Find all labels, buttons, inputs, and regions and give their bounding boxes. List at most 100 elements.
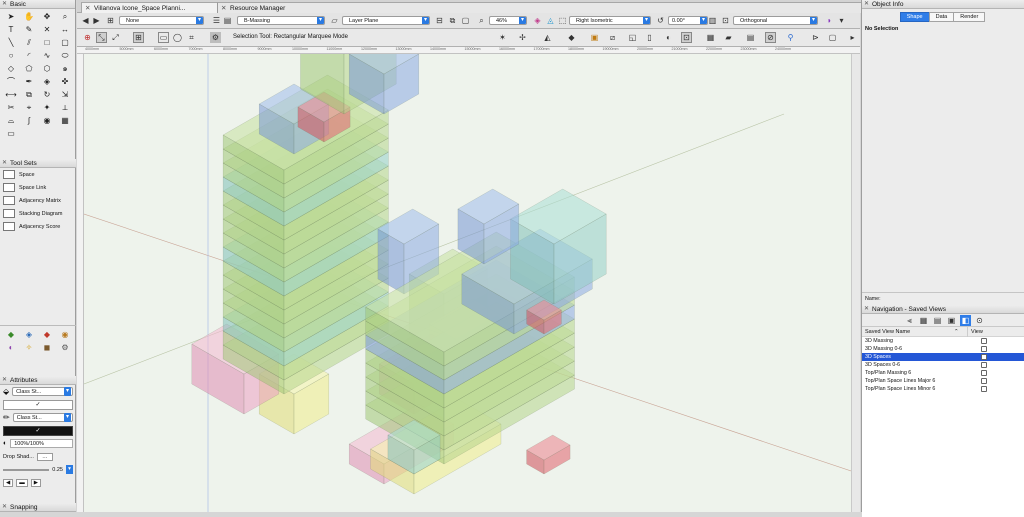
oval-tool-icon[interactable]: ⬭: [58, 50, 72, 62]
marquee-polygon-icon[interactable]: ⌗: [186, 32, 197, 43]
tool-adjacency-score[interactable]: Adjacency Score: [0, 220, 76, 233]
tab-document[interactable]: ✕ Villanova Icone_Space Planni...: [81, 2, 221, 13]
drawing-canvas[interactable]: [84, 54, 860, 512]
fill-style-select[interactable]: Class St...: [12, 387, 73, 396]
line-weight-stepper[interactable]: ▾: [66, 465, 73, 474]
arc-tool-icon[interactable]: ◜: [22, 50, 36, 62]
tool-adjacency-matrix[interactable]: Adjacency Matrix: [0, 194, 76, 207]
active-class-select[interactable]: None: [119, 16, 204, 25]
text-tool-icon[interactable]: T: [4, 24, 18, 36]
references-view-icon[interactable]: ⊙: [974, 315, 985, 326]
sheet-layers-view-icon[interactable]: ▤: [932, 315, 943, 326]
arrow-none-icon[interactable]: ▬: [16, 478, 28, 487]
unified-view-icon[interactable]: ◈: [532, 15, 543, 26]
snap-distance-icon[interactable]: ⧄: [607, 32, 618, 43]
back-arrow-icon[interactable]: ◀: [80, 15, 91, 26]
snap-surface-icon[interactable]: ⊡: [681, 32, 692, 43]
double-line-tool-icon[interactable]: ⫽: [22, 37, 36, 49]
snap-toggle-icon[interactable]: ✶: [497, 32, 508, 43]
tab-data[interactable]: Data: [928, 12, 955, 22]
snap-center-icon[interactable]: ▢: [827, 32, 838, 43]
view-icon[interactable]: [981, 370, 987, 376]
line-weight-slider[interactable]: [3, 468, 50, 471]
forward-arrow-icon[interactable]: ▶: [91, 15, 102, 26]
tab-shape[interactable]: Shape: [899, 12, 930, 22]
layer-options-icon[interactable]: ☰: [211, 15, 222, 26]
col-saved-view-name[interactable]: Saved View Name: [865, 329, 910, 335]
viewports-view-icon[interactable]: ▣: [946, 315, 957, 326]
interactive-scaling-icon[interactable]: ⊕: [82, 32, 93, 43]
callout-tool-icon[interactable]: ✎: [22, 24, 36, 36]
view-icon[interactable]: [981, 354, 987, 360]
freehand-tool-icon[interactable]: ∿: [40, 50, 54, 62]
furnishings-set-icon[interactable]: ◈: [22, 329, 36, 341]
marquee-rect-icon[interactable]: ▭: [158, 32, 169, 43]
rotate-tool-icon[interactable]: ↻: [40, 89, 54, 101]
more-modes-icon[interactable]: ▸: [847, 32, 858, 43]
rectangle-tool-icon[interactable]: □: [40, 37, 54, 49]
locus-tool-icon[interactable]: ✕: [40, 24, 54, 36]
snap-working-plane-icon[interactable]: ▦: [705, 32, 716, 43]
tab-resource-manager[interactable]: ✕ Resource Manager: [217, 2, 862, 13]
snap-loci-icon[interactable]: ▰: [723, 32, 734, 43]
lighting-icon[interactable]: ◑: [823, 15, 834, 26]
move-tool-icon[interactable]: ✜: [58, 76, 72, 88]
visibility-tool-icon[interactable]: ◉: [40, 115, 54, 127]
details-set-icon[interactable]: ◉: [58, 329, 72, 341]
saved-views-view-icon[interactable]: ◧: [960, 315, 971, 326]
tool-stacking-diagram[interactable]: Stacking Diagram: [0, 207, 76, 220]
close-tab-icon[interactable]: ✕: [85, 3, 90, 13]
flyover-tool-icon[interactable]: ✥: [40, 11, 54, 23]
space-planning-set-icon[interactable]: ◆: [40, 329, 54, 341]
line-tool-icon[interactable]: ╲: [4, 37, 18, 49]
polyline-tool-icon[interactable]: ◇: [4, 63, 18, 75]
snap-intersection-icon[interactable]: ▣: [589, 32, 600, 43]
classes-view-icon[interactable]: ⫷: [904, 315, 915, 326]
render-mode-icon[interactable]: ◬: [545, 15, 556, 26]
vertical-scrollbar[interactable]: [851, 54, 860, 512]
attribute-mapping-tool-icon[interactable]: ◈: [40, 76, 54, 88]
close-icon[interactable]: ✕: [864, 0, 869, 9]
saved-view-row[interactable]: 3D Massing: [862, 337, 1024, 345]
transform-mode-icon[interactable]: ⊞: [133, 32, 144, 43]
dimension-tool-icon[interactable]: ↔: [58, 24, 72, 36]
split-tool-icon[interactable]: ✂: [4, 102, 18, 114]
regular-polygon-tool-icon[interactable]: ⬡: [40, 63, 54, 75]
snap-smart-points-icon[interactable]: ◐: [663, 32, 674, 43]
selection-tool-icon[interactable]: ➤: [4, 11, 18, 23]
close-tab-icon[interactable]: ✕: [221, 3, 226, 13]
saved-view-icon[interactable]: ⧉: [447, 15, 458, 26]
spiral-tool-icon[interactable]: ๑: [58, 63, 72, 75]
saved-view-row[interactable]: Top/Plan Space Lines Major 6: [862, 377, 1024, 385]
zoom-select[interactable]: 46%: [489, 16, 527, 25]
plan-rotation-field[interactable]: 0.00°: [668, 16, 708, 25]
dims-notes-set-icon[interactable]: ◐: [4, 342, 18, 354]
opacity-field[interactable]: 100%/100%: [10, 439, 73, 448]
saved-view-row[interactable]: 3D Massing 0-6: [862, 345, 1024, 353]
close-icon[interactable]: ✕: [2, 503, 7, 512]
bezier-tool-icon[interactable]: ∫: [22, 115, 36, 127]
zoom-tool-icon[interactable]: ⌕: [58, 11, 72, 23]
snap-parallel-icon[interactable]: ⊘: [765, 32, 776, 43]
fasteners-set-icon[interactable]: ⚙: [58, 342, 72, 354]
view-icon[interactable]: [981, 346, 987, 352]
eyedropper-tool-icon[interactable]: ✒: [22, 76, 36, 88]
marquee-lasso-icon[interactable]: ◯: [172, 32, 183, 43]
pan-tool-icon[interactable]: ✋: [22, 11, 36, 23]
saved-view-row[interactable]: Top/Plan Space Lines Minor 6: [862, 385, 1024, 393]
view-icon[interactable]: [981, 338, 987, 344]
circle-tool-icon[interactable]: ○: [4, 50, 18, 62]
view-icon[interactable]: [981, 362, 987, 368]
pattern-tool-icon[interactable]: ▦: [58, 115, 72, 127]
tab-render[interactable]: Render: [953, 12, 986, 22]
close-icon[interactable]: ✕: [2, 376, 7, 385]
building-shell-set-icon[interactable]: ◆: [4, 329, 18, 341]
drop-shadow-button[interactable]: …: [36, 452, 53, 461]
fill-preview[interactable]: ✓: [3, 399, 73, 410]
pen-preview[interactable]: ✓: [3, 425, 73, 436]
reshape-tool-icon[interactable]: ✦: [40, 102, 54, 114]
line-weight-value[interactable]: 0.25: [52, 467, 63, 473]
close-icon[interactable]: ✕: [2, 159, 7, 168]
sort-icon[interactable]: ⌃: [954, 327, 959, 337]
clip-tool-icon[interactable]: ⌖: [22, 102, 36, 114]
